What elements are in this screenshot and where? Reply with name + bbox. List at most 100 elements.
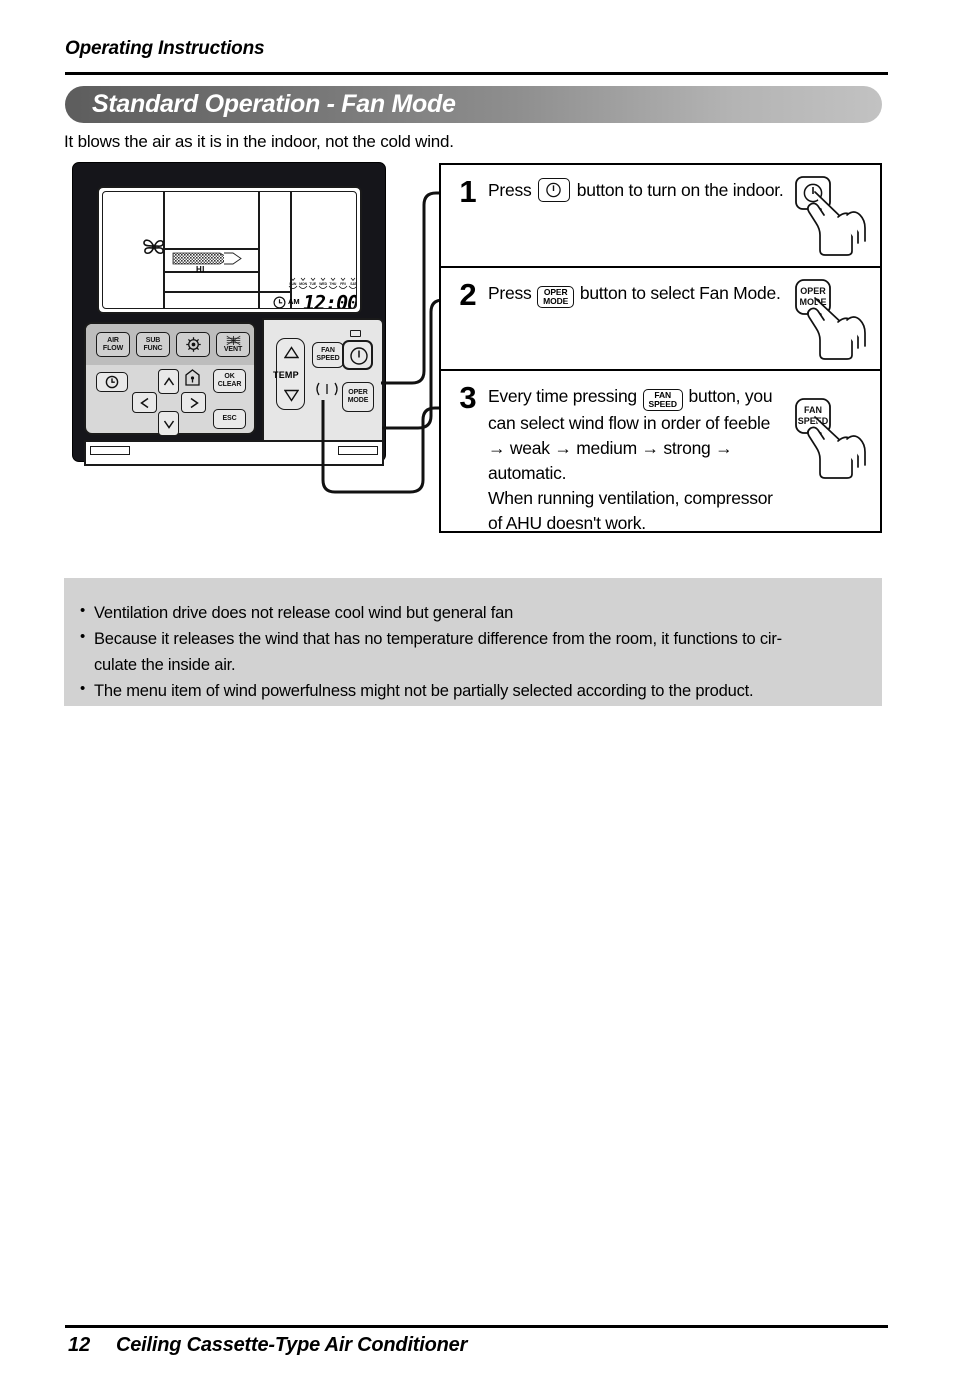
remote-right-button-deck: TEMP FAN SPEED OPER MODE [262,318,384,452]
chevron-up-icon [163,376,174,385]
sub-func-line2: FUNC [143,344,163,352]
air-flow-button[interactable]: AIR FLOW [96,332,130,357]
day-of-week-indicator: SUN MON TUE WED THU FRI SAT [288,277,357,289]
note-text: Ventilation drive does not release cool … [94,604,514,622]
lcd-divider [163,248,258,250]
airflow-level-label: HI [196,265,205,274]
step-instruction: Every time pressing FAN SPEED button, yo… [488,371,784,546]
inline-power-button-icon [538,178,571,202]
remote-controller-illustration: HI SUN MON TUE WED THU FRI SAT AM 12:00 … [72,162,392,482]
triangle-down-icon [284,389,299,402]
callout-fan-line1: FAN [804,405,822,415]
temp-label: TEMP [273,370,299,380]
step-number: 1 [459,174,477,209]
fan-speed-button[interactable]: FAN SPEED [312,342,344,368]
manual-page: Operating Instructions Standard Operatio… [0,0,954,1400]
svg-text:TUE: TUE [309,282,317,286]
power-led-indicator [350,330,361,337]
bullet-icon: • [80,628,86,645]
remote-foot-tray [84,440,384,466]
svg-text:THU: THU [329,282,337,286]
inline-fan-speed-button-icon: FAN SPEED [642,389,683,411]
step2-pre: Press [488,283,532,303]
sub-func-line1: SUB [145,336,161,344]
ok-label: OK [224,373,235,380]
vent-button[interactable]: VENT [216,332,250,357]
footer-rule [65,1325,888,1328]
notes-box: • Ventilation drive does not release coo… [64,578,882,706]
remote-lcd-screen: HI SUN MON TUE WED THU FRI SAT AM 12:00 [97,186,362,314]
foot-notch-right [338,446,378,455]
nav-up-button[interactable] [158,369,179,394]
svg-text:FRI: FRI [340,282,346,286]
steps-table: 1 Press button to turn on the indoor. 2 … [439,163,882,533]
remote-left-button-deck: AIR FLOW SUB FUNC VENT OK CLEAR ESC [84,322,256,436]
lcd-divider [163,271,258,273]
esc-label: ESC [222,415,237,422]
step1-pre: Press [488,180,532,200]
esc-button[interactable]: ESC [213,409,246,429]
air-flow-line1: AIR [107,336,119,344]
section-banner: Standard Operation - Fan Mode [65,86,882,123]
inline-oper-mode-button-icon: OPER MODE [537,286,575,308]
step-number: 2 [459,277,477,312]
speed-label: SPEED [316,355,340,362]
ok-clear-button[interactable]: OK CLEAR [213,369,246,393]
svg-text:SUN: SUN [289,282,297,286]
clock-time: 12:00 [303,291,357,309]
step-row-1: 1 Press button to turn on the indoor. [441,165,880,268]
svg-text:SAT: SAT [350,282,357,286]
chevron-down-icon [163,420,174,429]
bullet-icon: • [80,680,86,697]
lcd-clock: AM 12:00 [273,291,357,309]
intro-text: It blows the air as it is in the indoor,… [64,132,454,151]
step-row-3: 3 Every time pressing FAN SPEED button, … [441,371,880,533]
air-flow-line2: FLOW [102,344,124,352]
header-rule [65,72,888,75]
clear-label: CLEAR [217,381,242,388]
clock-icon [273,296,286,308]
note-text-line2: culate the inside air. [94,656,236,674]
hand-press-illustration-1 [788,171,876,257]
gear-icon [185,337,201,352]
bullet-icon: • [80,602,86,619]
step-number: 3 [459,380,477,415]
hand-press-illustration-3: FAN SPEED [788,393,876,479]
nav-right-button[interactable] [181,392,206,413]
step3-post2: When running ventilation, compressor of … [488,488,773,533]
note-item: • The menu item of wind powerfulness mig… [78,678,860,704]
swing-icon [316,382,338,396]
fan-blade-icon [143,239,164,255]
power-icon [350,347,368,365]
nav-down-button[interactable] [158,411,179,436]
vent-icon [226,335,240,346]
timer-button[interactable] [96,372,128,392]
note-item: • Because it releases the wind that has … [78,626,860,678]
page-number: 12 [68,1334,91,1356]
note-text: The menu item of wind powerfulness might… [94,682,754,700]
callout-oper-line1: OPER [800,286,826,296]
step-instruction: Press button to turn on the indoor. [488,165,784,213]
power-button[interactable] [342,340,373,370]
sub-func-button[interactable]: SUB FUNC [136,332,170,357]
running-head: Operating Instructions [65,38,265,59]
chevron-right-icon [190,397,199,408]
hand-press-illustration-2: OPER MODE [788,274,876,360]
footer-title: Ceiling Cassette-Type Air Conditioner [116,1334,468,1356]
step-instruction: Press OPER MODE button to select Fan Mod… [488,268,784,318]
setting-button[interactable] [176,332,210,357]
vent-label: VENT [223,346,243,353]
step3-pre: Every time pressing [488,386,637,406]
svg-text:MON: MON [299,282,307,286]
home-icon [185,369,200,386]
nav-left-button[interactable] [132,392,157,413]
oper-mode-button[interactable]: OPER MODE [342,382,374,412]
step-row-2: 2 Press OPER MODE button to select Fan M… [441,268,880,371]
chevron-left-icon [139,397,148,408]
inline-fan-line2: SPEED [648,399,677,409]
triangle-up-icon [284,346,299,359]
foot-notch-left [90,446,130,455]
step1-post: button to turn on the indoor. [576,180,784,200]
mode-label: MODE [347,397,369,404]
meridiem-label: AM [288,297,300,306]
